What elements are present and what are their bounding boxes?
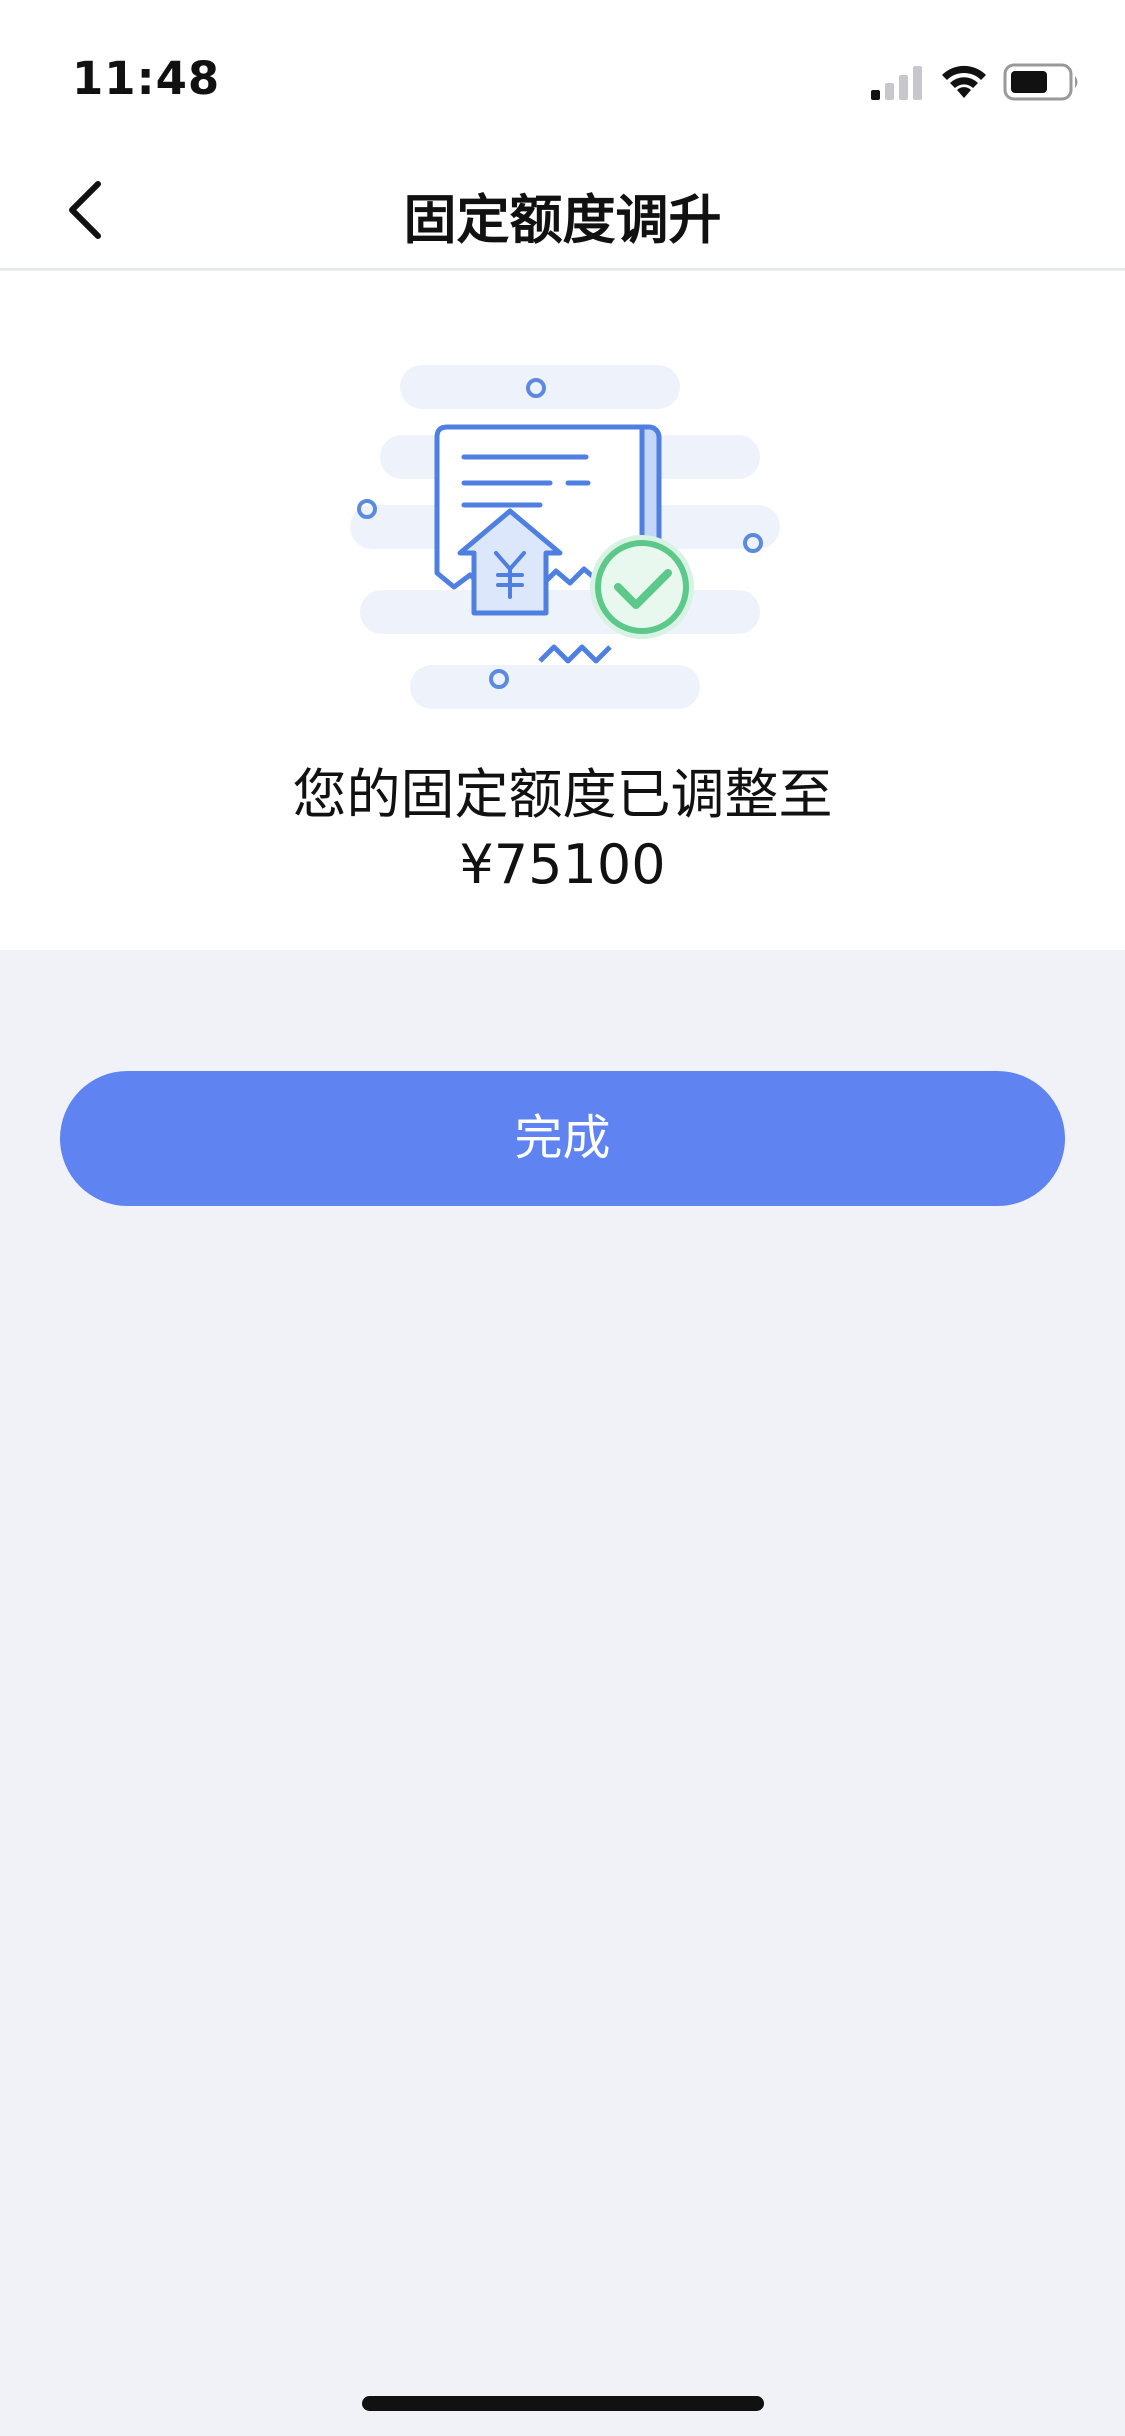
status-bar: 11:48 <box>0 0 1125 150</box>
result-amount: ¥75100 <box>459 833 666 896</box>
result-message: 您的固定额度已调整至 <box>292 763 833 826</box>
status-icons <box>871 58 1091 108</box>
status-time: 11:48 <box>72 52 221 105</box>
result-card: 您的固定额度已调整至 ¥75100 <box>0 271 1125 950</box>
nav-bar: 固定额度调升 <box>0 150 1125 270</box>
home-indicator[interactable] <box>362 2396 764 2411</box>
wifi-icon <box>942 65 986 98</box>
done-button[interactable]: 完成 <box>60 1071 1065 1206</box>
battery-icon <box>1003 63 1078 101</box>
cellular-signal-icon <box>871 66 922 100</box>
screen: 11:48 固定额度调升 您的固定额度已调整至 ¥75100 完成 <box>0 0 1125 2436</box>
receipt-success-illustration <box>350 365 780 709</box>
page-title: 固定额度调升 <box>403 190 722 251</box>
